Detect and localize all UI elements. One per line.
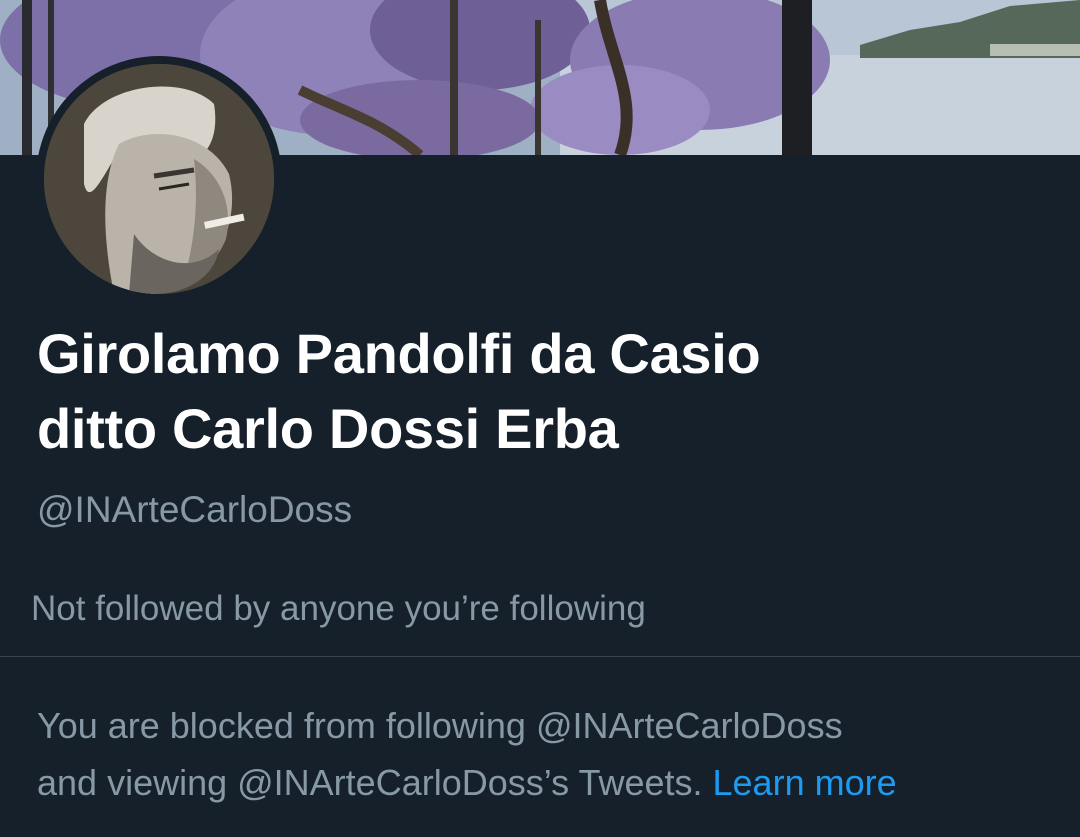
display-name-line-1: Girolamo Pandolfi da Casio [37,322,761,385]
display-name-line-2: ditto Carlo Dossi Erba [37,397,619,460]
profile-display-name: Girolamo Pandolfi da Casio ditto Carlo D… [37,316,1037,466]
blocked-notice: You are blocked from following @INArteCa… [37,697,1067,811]
followed-by-summary: Not followed by anyone you’re following [31,589,646,628]
blocked-notice-line-1: You are blocked from following @INArteCa… [37,705,843,746]
avatar[interactable] [44,64,274,294]
section-divider [0,656,1080,657]
learn-more-link[interactable]: Learn more [713,762,897,803]
profile-handle: @INArteCarloDoss [37,489,353,530]
blocked-notice-line-2: and viewing @INArteCarloDoss’s Tweets. [37,762,703,803]
